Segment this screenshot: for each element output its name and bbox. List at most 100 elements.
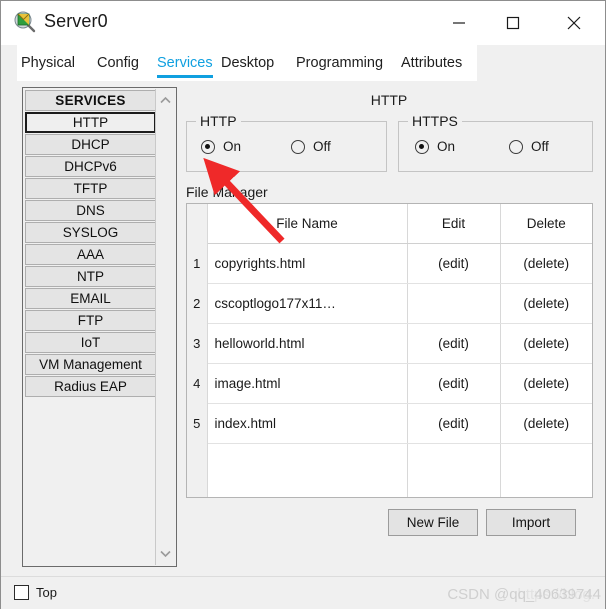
sidebar-item-vm-management[interactable]: VM Management <box>25 354 156 375</box>
radio-indicator <box>415 139 429 154</box>
sidebar-item-dns[interactable]: DNS <box>25 200 156 221</box>
chevron-down-icon[interactable] <box>156 544 175 563</box>
row-index: 4 <box>187 363 208 404</box>
chevron-up-icon[interactable] <box>156 91 175 110</box>
sidebar-item-label: DNS <box>76 203 105 218</box>
file-manager-label: File Manager <box>186 184 268 200</box>
file-name-cell: index.html <box>207 403 408 444</box>
packet-tracer-server-icon <box>13 10 37 34</box>
sidebar-item-aaa[interactable]: AAA <box>25 244 156 265</box>
row-index: 2 <box>187 283 208 324</box>
tab-label: Services <box>157 55 213 71</box>
delete-link[interactable]: (delete) <box>500 243 592 284</box>
watermark-name: CSDN @qq_40639744 <box>447 586 601 603</box>
tab-label: Physical <box>21 55 75 71</box>
table-header-row: File Name Edit Delete <box>187 204 592 244</box>
sidebar-item-ftp[interactable]: FTP <box>25 310 156 331</box>
http-groupbox-label: HTTP <box>196 113 241 129</box>
column-header-edit: Edit <box>407 204 501 244</box>
file-manager-table: File Name Edit Delete 1 copyrights.html … <box>187 204 592 498</box>
sidebar-item-label: VM Management <box>39 357 142 372</box>
row-index: 3 <box>187 323 208 364</box>
sidebar-item-email[interactable]: EMAIL <box>25 288 156 309</box>
tab-services[interactable]: Services <box>157 45 213 81</box>
radio-indicator <box>509 139 523 154</box>
new-file-button[interactable]: New File <box>388 509 478 536</box>
empty-cell <box>207 443 408 497</box>
http-service-pane: HTTP HTTP On Off HTTPS On Off File Manag… <box>184 81 594 573</box>
sidebar-item-tftp[interactable]: TFTP <box>25 178 156 199</box>
https-off-radio[interactable]: Off <box>509 139 549 154</box>
sidebar-item-radius-eap[interactable]: Radius EAP <box>25 376 156 397</box>
column-header-index <box>187 204 208 244</box>
delete-link[interactable]: (delete) <box>500 323 592 364</box>
sidebar-item-http[interactable]: HTTP <box>25 112 156 133</box>
tab-physical[interactable]: Physical <box>21 45 75 81</box>
services-list-header: SERVICES <box>25 90 156 111</box>
empty-cell <box>500 444 592 498</box>
edit-link[interactable]: (edit) <box>407 403 501 444</box>
column-header-filename: File Name <box>207 204 408 244</box>
https-groupbox: HTTPS On Off <box>398 113 593 172</box>
edit-link[interactable]: (edit) <box>407 363 501 404</box>
sidebar-item-label: EMAIL <box>70 291 111 306</box>
table-row: 2 cscoptlogo177x11… (delete) <box>187 283 592 324</box>
services-header-label: SERVICES <box>55 93 126 108</box>
table-row: 3 helloworld.html (edit) (delete) <box>187 323 592 364</box>
maximize-button[interactable] <box>490 1 536 44</box>
file-manager-table-container: File Name Edit Delete 1 copyrights.html … <box>186 203 593 498</box>
sidebar-item-syslog[interactable]: SYSLOG <box>25 222 156 243</box>
import-button[interactable]: Import <box>486 509 576 536</box>
http-groupbox: HTTP On Off <box>186 113 387 172</box>
sidebar-scrollbar[interactable] <box>155 89 175 565</box>
table-row: 4 image.html (edit) (delete) <box>187 363 592 404</box>
table-row: 5 index.html (edit) (delete) <box>187 403 592 444</box>
active-tab-underline <box>157 75 213 78</box>
row-index: 1 <box>187 243 208 284</box>
https-on-radio[interactable]: On <box>415 139 455 154</box>
sidebar-item-iot[interactable]: IoT <box>25 332 156 353</box>
sidebar-item-dhcp[interactable]: DHCP <box>25 134 156 155</box>
close-button[interactable] <box>551 1 597 44</box>
top-checkbox[interactable] <box>14 585 29 600</box>
window-title: Server0 <box>44 11 108 31</box>
sidebar-item-label: IoT <box>80 335 101 350</box>
tab-programming[interactable]: Programming <box>296 45 383 81</box>
sidebar-item-ntp[interactable]: NTP <box>25 266 156 287</box>
top-checkbox-label: Top <box>36 585 57 600</box>
radio-indicator <box>291 139 305 154</box>
sidebar-item-label: HTTP <box>72 115 109 130</box>
delete-link[interactable]: (delete) <box>500 283 592 324</box>
server-config-window: Server0 Physical Config Services Desktop… <box>0 0 606 609</box>
services-sidebar: SERVICES HTTP DHCP DHCPv6 TFTP DNS SYSLO… <box>22 87 177 567</box>
sidebar-item-label: SYSLOG <box>62 225 119 240</box>
empty-cell <box>407 443 501 497</box>
https-radio-row: On Off <box>399 139 592 161</box>
minimize-button[interactable] <box>436 1 482 44</box>
sidebar-item-label: Radius EAP <box>54 379 127 394</box>
tab-label: Programming <box>296 55 384 71</box>
tab-label: Config <box>97 55 139 71</box>
http-off-radio[interactable]: Off <box>291 139 331 154</box>
tab-attributes[interactable]: Attributes <box>401 45 462 81</box>
file-name-cell: copyrights.html <box>207 243 408 284</box>
tab-label: Desktop <box>221 55 275 71</box>
delete-link[interactable]: (delete) <box>500 403 592 444</box>
radio-label: On <box>223 139 242 154</box>
sidebar-item-label: DHCP <box>71 137 110 152</box>
tab-label: Attributes <box>401 55 463 71</box>
empty-index-gutter <box>187 443 208 497</box>
edit-link[interactable]: (edit) <box>407 243 501 284</box>
tab-desktop[interactable]: Desktop <box>221 45 274 81</box>
http-on-radio[interactable]: On <box>201 139 241 154</box>
edit-link <box>407 283 501 324</box>
new-file-button-label: New File <box>406 515 460 530</box>
sidebar-item-label: TFTP <box>73 181 108 196</box>
import-button-label: Import <box>511 515 551 530</box>
delete-link[interactable]: (delete) <box>500 363 592 404</box>
tab-config[interactable]: Config <box>97 45 139 81</box>
sidebar-item-dhcpv6[interactable]: DHCPv6 <box>25 156 156 177</box>
http-radio-row: On Off <box>187 139 386 161</box>
status-bar: Top https://blog. CSDN @qq_40639744 <box>1 576 605 609</box>
edit-link[interactable]: (edit) <box>407 323 501 364</box>
